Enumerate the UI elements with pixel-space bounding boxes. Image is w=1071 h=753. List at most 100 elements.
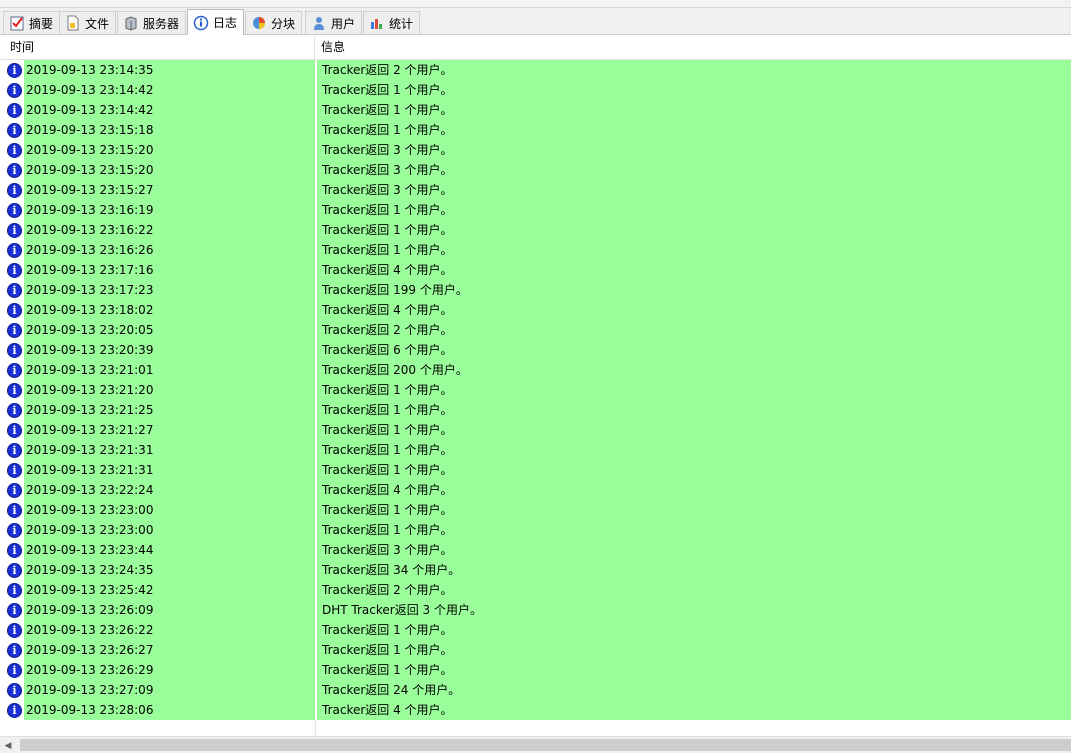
log-row[interactable]: i 2019-09-13 23:26:22 Tracker返回 1 个用户。: [0, 620, 1071, 640]
checklist-icon: [9, 15, 25, 31]
log-row[interactable]: i 2019-09-13 23:16:22 Tracker返回 1 个用户。: [0, 220, 1071, 240]
log-row[interactable]: i 2019-09-13 23:26:09 DHT Tracker返回 3 个用户。: [0, 600, 1071, 620]
log-time: 2019-09-13 23:21:31: [24, 440, 315, 460]
info-icon: i: [7, 283, 22, 298]
log-time: 2019-09-13 23:18:02: [24, 300, 315, 320]
log-row[interactable]: i 2019-09-13 23:20:39 Tracker返回 6 个用户。: [0, 340, 1071, 360]
tab-stats[interactable]: 统计: [363, 11, 421, 34]
tab-log[interactable]: 日志: [187, 9, 245, 35]
info-icon: i: [7, 323, 22, 338]
log-time: 2019-09-13 23:23:00: [24, 500, 315, 520]
info-icon: i: [7, 263, 22, 278]
log-row[interactable]: i 2019-09-13 23:27:09 Tracker返回 24 个用户。: [0, 680, 1071, 700]
tab-files[interactable]: 文件: [59, 11, 117, 34]
log-time: 2019-09-13 23:15:20: [24, 160, 315, 180]
log-time: 2019-09-13 23:14:35: [24, 60, 315, 80]
info-icon: i: [7, 123, 22, 138]
log-row[interactable]: i 2019-09-13 23:17:16 Tracker返回 4 个用户。: [0, 260, 1071, 280]
tab-summary[interactable]: 摘要: [3, 11, 61, 34]
log-row[interactable]: i 2019-09-13 23:23:00 Tracker返回 1 个用户。: [0, 500, 1071, 520]
info-icon: i: [7, 623, 22, 638]
log-row[interactable]: i 2019-09-13 23:23:00 Tracker返回 1 个用户。: [0, 520, 1071, 540]
log-row[interactable]: i 2019-09-13 23:22:24 Tracker返回 4 个用户。: [0, 480, 1071, 500]
tab-pieces[interactable]: 分块: [245, 11, 303, 34]
tab-servers[interactable]: 服务器: [117, 11, 187, 34]
log-row[interactable]: i 2019-09-13 23:15:20 Tracker返回 3 个用户。: [0, 140, 1071, 160]
log-list[interactable]: i 2019-09-13 23:14:35 Tracker返回 2 个用户。 i 201…: [0, 60, 1071, 720]
column-header-info[interactable]: 信息: [315, 36, 1071, 59]
log-row[interactable]: i 2019-09-13 23:26:29 Tracker返回 1 个用户。: [0, 660, 1071, 680]
info-icon: i: [7, 243, 22, 258]
column-header-time[interactable]: 时间: [0, 36, 315, 59]
log-time: 2019-09-13 23:20:39: [24, 340, 315, 360]
log-message: Tracker返回 1 个用户。: [317, 380, 1071, 400]
log-row[interactable]: i 2019-09-13 23:17:23 Tracker返回 199 个用户。: [0, 280, 1071, 300]
log-message: Tracker返回 200 个用户。: [317, 360, 1071, 380]
info-icon: i: [7, 403, 22, 418]
log-row[interactable]: i 2019-09-13 23:21:31 Tracker返回 1 个用户。: [0, 440, 1071, 460]
log-message: Tracker返回 1 个用户。: [317, 200, 1071, 220]
log-row[interactable]: i 2019-09-13 23:28:06 Tracker返回 4 个用户。: [0, 700, 1071, 720]
info-icon: i: [7, 163, 22, 178]
log-time: 2019-09-13 23:25:42: [24, 580, 315, 600]
log-time: 2019-09-13 23:16:26: [24, 240, 315, 260]
info-log-icon: [193, 15, 209, 31]
log-time: 2019-09-13 23:21:27: [24, 420, 315, 440]
log-row[interactable]: i 2019-09-13 23:15:18 Tracker返回 1 个用户。: [0, 120, 1071, 140]
tab-label: 日志: [213, 16, 238, 30]
log-message: Tracker返回 2 个用户。: [317, 580, 1071, 600]
tab-label: 服务器: [143, 16, 180, 31]
info-icon: i: [7, 683, 22, 698]
horizontal-scrollbar[interactable]: ◀: [0, 736, 1071, 753]
log-message: Tracker返回 3 个用户。: [317, 160, 1071, 180]
log-row[interactable]: i 2019-09-13 23:21:31 Tracker返回 1 个用户。: [0, 460, 1071, 480]
log-row[interactable]: i 2019-09-13 23:15:27 Tracker返回 3 个用户。: [0, 180, 1071, 200]
log-row[interactable]: i 2019-09-13 23:21:25 Tracker返回 1 个用户。: [0, 400, 1071, 420]
log-row[interactable]: i 2019-09-13 23:21:20 Tracker返回 1 个用户。: [0, 380, 1071, 400]
log-time: 2019-09-13 23:15:27: [24, 180, 315, 200]
info-icon: i: [7, 523, 22, 538]
log-row[interactable]: i 2019-09-13 23:21:27 Tracker返回 1 个用户。: [0, 420, 1071, 440]
log-message: Tracker返回 2 个用户。: [317, 320, 1071, 340]
log-row[interactable]: i 2019-09-13 23:15:20 Tracker返回 3 个用户。: [0, 160, 1071, 180]
log-row[interactable]: i 2019-09-13 23:26:27 Tracker返回 1 个用户。: [0, 640, 1071, 660]
log-row[interactable]: i 2019-09-13 23:20:05 Tracker返回 2 个用户。: [0, 320, 1071, 340]
log-message: Tracker返回 3 个用户。: [317, 180, 1071, 200]
log-message: Tracker返回 2 个用户。: [317, 60, 1071, 80]
log-message: Tracker返回 199 个用户。: [317, 280, 1071, 300]
info-icon: i: [7, 343, 22, 358]
log-row[interactable]: i 2019-09-13 23:21:01 Tracker返回 200 个用户。: [0, 360, 1071, 380]
log-message: Tracker返回 4 个用户。: [317, 300, 1071, 320]
log-row[interactable]: i 2019-09-13 23:16:26 Tracker返回 1 个用户。: [0, 240, 1071, 260]
log-row[interactable]: i 2019-09-13 23:16:19 Tracker返回 1 个用户。: [0, 200, 1071, 220]
log-message: Tracker返回 4 个用户。: [317, 700, 1071, 720]
scroll-left-icon[interactable]: ◀: [2, 740, 14, 752]
log-message: Tracker返回 3 个用户。: [317, 540, 1071, 560]
log-row[interactable]: i 2019-09-13 23:18:02 Tracker返回 4 个用户。: [0, 300, 1071, 320]
log-time: 2019-09-13 23:17:16: [24, 260, 315, 280]
tab-label: 摘要: [29, 16, 54, 31]
log-message: Tracker返回 1 个用户。: [317, 520, 1071, 540]
log-time: 2019-09-13 23:14:42: [24, 80, 315, 100]
log-message: Tracker返回 34 个用户。: [317, 560, 1071, 580]
tab-label: 用户: [331, 16, 356, 31]
log-row[interactable]: i 2019-09-13 23:14:42 Tracker返回 1 个用户。: [0, 100, 1071, 120]
log-row[interactable]: i 2019-09-13 23:14:42 Tracker返回 1 个用户。: [0, 80, 1071, 100]
info-icon: i: [7, 83, 22, 98]
info-icon: i: [7, 583, 22, 598]
log-time: 2019-09-13 23:22:24: [24, 480, 315, 500]
log-time: 2019-09-13 23:23:00: [24, 520, 315, 540]
log-row[interactable]: i 2019-09-13 23:14:35 Tracker返回 2 个用户。: [0, 60, 1071, 80]
info-icon: i: [7, 103, 22, 118]
log-row[interactable]: i 2019-09-13 23:23:44 Tracker返回 3 个用户。: [0, 540, 1071, 560]
log-message: Tracker返回 1 个用户。: [317, 80, 1071, 100]
log-row[interactable]: i 2019-09-13 23:25:42 Tracker返回 2 个用户。: [0, 580, 1071, 600]
log-message: Tracker返回 1 个用户。: [317, 500, 1071, 520]
log-time: 2019-09-13 23:26:27: [24, 640, 315, 660]
log-message: Tracker返回 1 个用户。: [317, 460, 1071, 480]
scrollbar-thumb[interactable]: [20, 739, 1071, 751]
info-icon: i: [7, 383, 22, 398]
server-icon: [123, 15, 139, 31]
tab-peers[interactable]: 用户: [305, 11, 363, 34]
log-row[interactable]: i 2019-09-13 23:24:35 Tracker返回 34 个用户。: [0, 560, 1071, 580]
